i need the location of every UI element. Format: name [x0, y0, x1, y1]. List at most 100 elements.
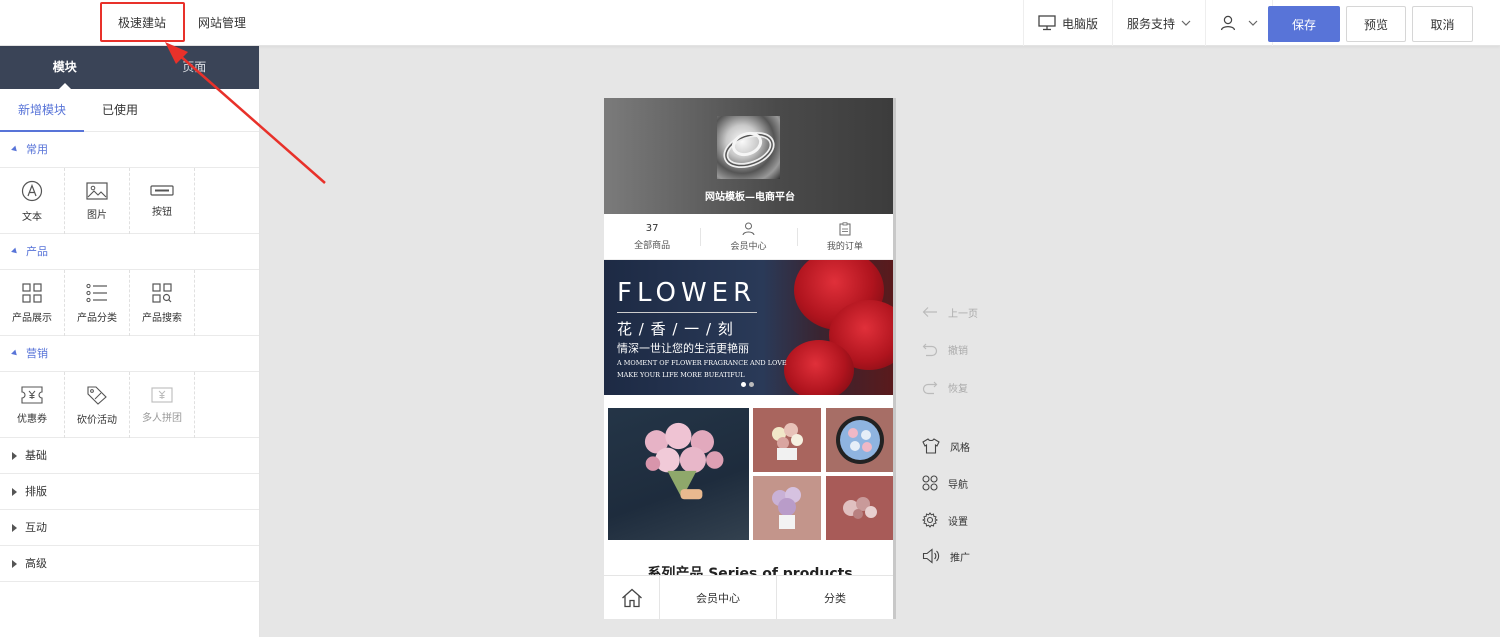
module-group-buy[interactable]: 多人拼团: [130, 372, 195, 438]
flower-banner[interactable]: FLOWER 花 / 香 / 一 / 刻 情深一世让您的生活更艳丽 A MOME…: [604, 260, 893, 395]
category-label: 产品: [26, 244, 48, 258]
module-grid-product: 产品展示 产品分类 产品搜索: [0, 270, 259, 336]
service-support-dropdown[interactable]: 服务支持: [1112, 0, 1205, 46]
collapse-triangle-icon: [12, 487, 17, 496]
product-image-lilac[interactable]: [753, 476, 821, 540]
module-text[interactable]: 文本: [0, 168, 65, 234]
module-bargain[interactable]: 砍价活动: [65, 372, 130, 438]
module-button[interactable]: 按钮: [130, 168, 195, 234]
tool-label: 导航: [948, 479, 968, 491]
footer-member-center[interactable]: 会员中心: [660, 576, 777, 619]
banner-en-line: A MOMENT OF FLOWER FRAGRANCE AND LOVE: [617, 359, 787, 367]
stats-bar: 37 全部商品 会员中心 我的订单: [604, 214, 893, 260]
module-label: 多人拼团: [142, 412, 182, 424]
category-common[interactable]: 常用: [0, 132, 259, 168]
stat-label: 全部商品: [634, 240, 671, 251]
tool-label: 风格: [950, 442, 970, 454]
module-image[interactable]: 图片: [65, 168, 130, 234]
module-label: 砍价活动: [77, 414, 117, 426]
stat-all-products[interactable]: 37 全部商品: [604, 214, 700, 259]
expand-triangle-icon: [11, 247, 19, 256]
stat-member-center[interactable]: 会员中心: [700, 214, 796, 259]
preview-button[interactable]: 预览: [1346, 6, 1406, 42]
tool-redo[interactable]: 恢复: [922, 377, 968, 397]
user-icon: [1220, 15, 1236, 31]
tool-settings[interactable]: 设置: [922, 510, 968, 530]
banner-heading: FLOWER: [617, 278, 757, 308]
category-interaction[interactable]: 互动: [0, 510, 259, 546]
cancel-button[interactable]: 取消: [1412, 6, 1473, 42]
tab-site-management[interactable]: 网站管理: [198, 0, 246, 46]
category-layout[interactable]: 排版: [0, 474, 259, 510]
tool-promote[interactable]: 推广: [922, 546, 970, 566]
category-advanced[interactable]: 高级: [0, 546, 259, 582]
user-icon: [742, 222, 755, 235]
coupon-icon: [21, 385, 43, 404]
highlight-annotation-box: [100, 2, 185, 42]
module-label: 产品展示: [12, 312, 52, 324]
module-grid-marketing: 优惠券 砍价活动 多人拼团: [0, 372, 259, 438]
category-label: 排版: [25, 484, 47, 498]
gear-icon: [922, 512, 938, 528]
module-sidebar: 模块 页面 新增模块 已使用 常用 文本 图片 按钮 产品 产品展示 产品分类: [0, 46, 260, 637]
service-support-label: 服务支持: [1127, 16, 1176, 31]
tab-pages[interactable]: 页面: [130, 46, 260, 89]
monitor-icon: [1038, 15, 1056, 31]
tab-used-modules[interactable]: 已使用: [84, 89, 156, 132]
tool-label: 恢复: [948, 383, 968, 395]
module-label: 图片: [87, 209, 107, 221]
stat-my-orders[interactable]: 我的订单: [796, 214, 893, 259]
arrow-left-icon: [922, 307, 937, 317]
module-product-display[interactable]: 产品展示: [0, 270, 65, 336]
image-icon: [86, 181, 108, 200]
product-image-pot-flowers[interactable]: [753, 408, 821, 472]
module-sub-tabs: 新增模块 已使用: [0, 89, 259, 132]
speaker-icon: [922, 548, 940, 564]
category-product[interactable]: 产品: [0, 234, 259, 270]
top-right-menu: 电脑版 服务支持: [1023, 0, 1274, 46]
category-basic[interactable]: 基础: [0, 438, 259, 474]
undo-icon: [922, 343, 938, 357]
carousel-dots[interactable]: [741, 382, 757, 387]
tool-navigation[interactable]: 导航: [922, 473, 968, 493]
banner-subtitle: 情深一世让您的生活更艳丽: [617, 342, 749, 355]
collapse-triangle-icon: [12, 559, 17, 568]
carousel-dot[interactable]: [749, 382, 754, 387]
home-icon: [621, 588, 642, 607]
expand-triangle-icon: [11, 349, 19, 358]
dried-flowers-image: [843, 497, 877, 519]
product-image-flower-box[interactable]: [826, 408, 893, 472]
collapse-triangle-icon: [12, 451, 17, 460]
product-count: 37: [645, 222, 659, 234]
carousel-dot[interactable]: [741, 382, 746, 387]
tool-previous-page[interactable]: 上一页: [922, 302, 978, 322]
banner-cn-heading: 花 / 香 / 一 / 刻: [617, 320, 734, 338]
footer-home[interactable]: [604, 576, 660, 619]
desktop-version-button[interactable]: 电脑版: [1023, 0, 1112, 46]
group-buy-icon: [151, 386, 173, 403]
rose-image: [784, 340, 854, 395]
account-dropdown[interactable]: [1205, 0, 1274, 46]
site-title: 网站模板—电商平台: [705, 192, 795, 203]
module-product-category[interactable]: 产品分类: [65, 270, 130, 336]
footer-category[interactable]: 分类: [777, 576, 893, 619]
tool-style[interactable]: 风格: [922, 436, 970, 456]
top-bar: 极速建站 网站管理 电脑版 服务支持 保存 预览 取消: [0, 0, 1500, 46]
module-label: 产品搜索: [142, 312, 182, 324]
tab-modules[interactable]: 模块: [0, 46, 130, 89]
product-image-bouquet[interactable]: [608, 408, 749, 540]
tab-add-module[interactable]: 新增模块: [0, 89, 85, 132]
save-button[interactable]: 保存: [1268, 6, 1340, 42]
category-marketing[interactable]: 营销: [0, 336, 259, 372]
chevron-down-icon: [1248, 20, 1258, 26]
tool-label: 上一页: [948, 308, 978, 320]
redo-icon: [922, 381, 938, 395]
expand-triangle-icon: [11, 145, 19, 154]
module-coupon[interactable]: 优惠券: [0, 372, 65, 438]
stat-label: 我的订单: [826, 241, 863, 252]
module-product-search[interactable]: 产品搜索: [130, 270, 195, 336]
collapse-triangle-icon: [12, 523, 17, 532]
product-image-dried-flowers[interactable]: [826, 476, 893, 540]
category-label: 互动: [25, 520, 47, 534]
tool-undo[interactable]: 撤销: [922, 339, 968, 359]
